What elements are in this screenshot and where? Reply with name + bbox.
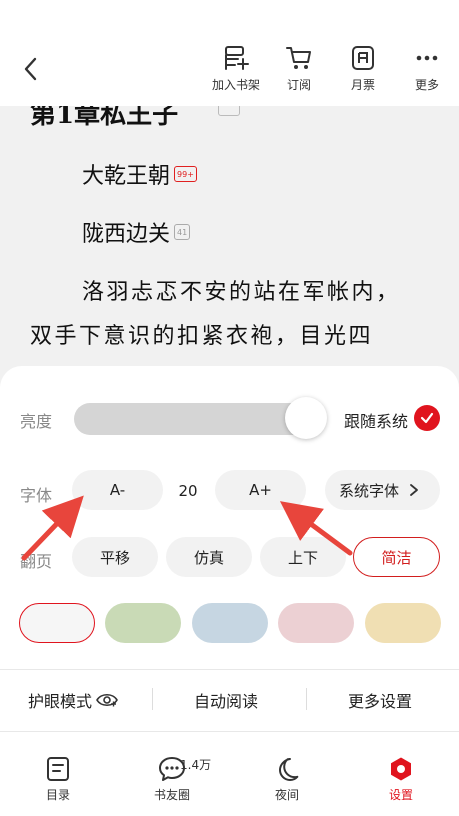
more-label: 更多 [414, 78, 439, 92]
nav-night-mode[interactable]: 夜间 [252, 756, 322, 803]
font-size-value: 20 [178, 482, 198, 500]
chapter-title: 第1章私王子 [30, 106, 179, 130]
nav-catalog[interactable]: 目录 [23, 756, 93, 803]
more-dots-icon [413, 44, 441, 72]
subscribe-button[interactable]: 订阅 [269, 44, 329, 96]
eye-icon [96, 693, 118, 707]
paragraph-comment-badge[interactable]: 99+ [174, 166, 197, 182]
nav-catalog-label: 目录 [45, 788, 70, 802]
more-button[interactable]: 更多 [397, 44, 457, 96]
font-increase-button[interactable]: A+ [215, 470, 306, 510]
theme-swatch-green[interactable] [105, 603, 181, 643]
paragraph-line: 大乾王朝 99+ [82, 158, 197, 190]
font-family-label: 系统字体 [339, 481, 400, 500]
month-ticket-button[interactable]: 月票 [333, 44, 393, 96]
settings-icon [391, 757, 411, 781]
more-settings-button[interactable]: 更多设置 [348, 688, 412, 712]
page-turn-vertical-button[interactable]: 上下 [260, 537, 346, 577]
font-decrease-button[interactable]: A- [72, 470, 163, 510]
divider [0, 669, 459, 670]
paragraph-text: 大乾王朝 [82, 164, 171, 189]
catalog-icon [47, 757, 69, 781]
body-text-line: 洛羽忐忑不安的站在军帐内， [82, 280, 401, 305]
theme-swatch-white[interactable] [19, 603, 95, 643]
moon-icon [279, 758, 299, 781]
paragraph-comment-badge[interactable]: 41 [174, 224, 191, 240]
chevron-right-icon [410, 484, 418, 496]
page-turn-label: 翻页 [20, 552, 53, 571]
paragraph-line: 陇西边关 41 [82, 216, 191, 248]
theme-swatch-pink[interactable] [278, 603, 354, 643]
reading-content[interactable]: 第1章私王子 大乾王朝 99+ 陇西边关 41 洛羽忐忑不安的站在军帐内， 双手… [0, 106, 459, 366]
theme-swatch-parchment[interactable] [365, 603, 441, 643]
font-label: 字体 [20, 486, 53, 505]
month-ticket-icon [349, 44, 377, 72]
nav-book-friends-label: 书友圈 [153, 788, 190, 802]
font-family-button[interactable]: 系统字体 [325, 470, 440, 510]
page-turn-simple-button[interactable]: 简洁 [353, 537, 440, 577]
theme-swatch-blue[interactable] [192, 603, 268, 643]
follow-system-toggle[interactable] [414, 405, 440, 431]
paragraph-text: 陇西边关 [82, 222, 171, 247]
add-to-bookshelf-label: 加入书架 [211, 78, 260, 92]
subscribe-label: 订阅 [286, 78, 311, 92]
nav-settings-label: 设置 [388, 788, 413, 802]
divider [152, 688, 153, 710]
bookshelf-add-icon [222, 44, 250, 72]
add-to-bookshelf-button[interactable]: 加入书架 [206, 44, 266, 96]
body-text-line: 双手下意识的扣紧衣袍，目光四 [30, 324, 374, 349]
eye-care-mode-button[interactable]: 护眼模式 [28, 688, 118, 712]
chapter-comment-badge[interactable] [218, 106, 240, 116]
book-friends-count-badge: 1.4万 [180, 758, 212, 772]
divider [306, 688, 307, 710]
back-button[interactable] [14, 52, 48, 86]
auto-read-button[interactable]: 自动阅读 [194, 688, 258, 712]
brightness-slider-handle[interactable] [284, 397, 327, 439]
cart-icon [285, 44, 313, 72]
top-toolbar: 加入书架 订阅 月票 更多 [0, 0, 459, 106]
nav-settings[interactable]: 设置 [366, 756, 436, 803]
divider [0, 731, 459, 732]
page-turn-simulate-button[interactable]: 仿真 [166, 537, 252, 577]
brightness-label: 亮度 [20, 412, 53, 431]
month-ticket-label: 月票 [350, 78, 375, 92]
chevron-left-icon [24, 57, 37, 81]
follow-system-label: 跟随系统 [344, 412, 409, 431]
nav-night-label: 夜间 [274, 788, 299, 802]
page-turn-slide-button[interactable]: 平移 [72, 537, 158, 577]
checkmark-icon [420, 412, 434, 424]
eye-care-label: 护眼模式 [28, 692, 93, 711]
